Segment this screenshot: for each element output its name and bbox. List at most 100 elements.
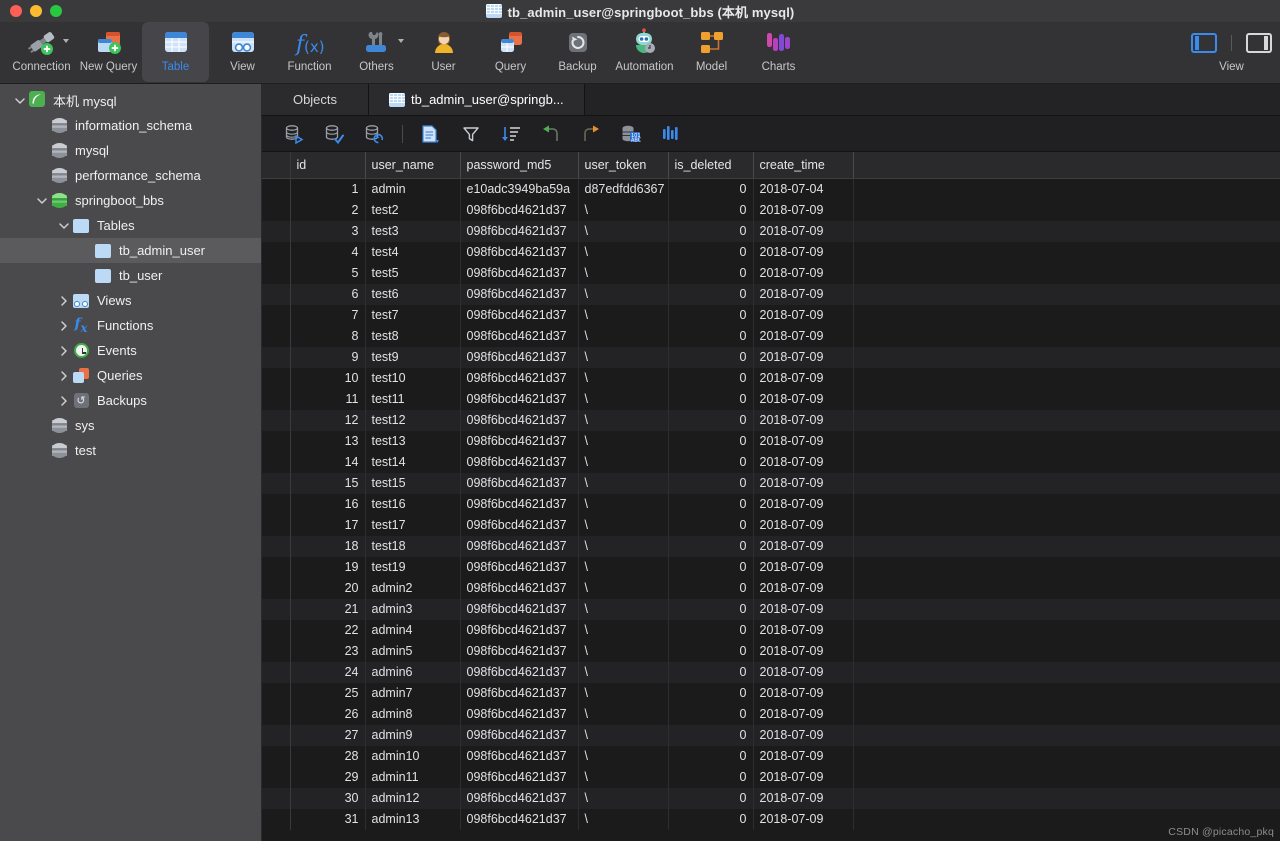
cell-password_md5[interactable]: e10adc3949ba59a [460,178,579,200]
cell-user_name[interactable]: admin2 [365,577,461,599]
cell-user_name[interactable]: test16 [365,493,461,515]
raw-data-icon[interactable]: 101 ABC [611,118,651,150]
cell-is_deleted[interactable]: 0 [668,367,754,389]
cell-create_time[interactable]: 2018-07-09 [753,619,854,641]
cell-create_time[interactable]: 2018-07-04 [753,178,854,200]
cell-password_md5[interactable]: 098f6bcd4621d37 [460,346,579,368]
cell-user_name[interactable]: admin3 [365,598,461,620]
cell-create_time[interactable]: 2018-07-09 [753,325,854,347]
cell-password_md5[interactable]: 098f6bcd4621d37 [460,787,579,809]
form-view-icon[interactable] [411,118,451,150]
cell-password_md5[interactable]: 098f6bcd4621d37 [460,598,579,620]
row-gutter-cell[interactable] [262,325,291,347]
cell-user_name[interactable]: test12 [365,409,461,431]
cell-is_deleted[interactable]: 0 [668,472,754,494]
cell-is_deleted[interactable]: 0 [668,598,754,620]
cell-id[interactable]: 30 [290,787,366,809]
row-gutter-cell[interactable] [262,304,291,326]
cell-password_md5[interactable]: 098f6bcd4621d37 [460,493,579,515]
cell-create_time[interactable]: 2018-07-09 [753,346,854,368]
cell-user_name[interactable]: test2 [365,199,461,221]
cell-id[interactable]: 28 [290,745,366,767]
table-row[interactable]: 9 test9 098f6bcd4621d37 \ 0 2018-07-09 [262,346,1280,368]
cell-id[interactable]: 7 [290,304,366,326]
row-gutter-cell[interactable] [262,577,291,599]
row-gutter-cell[interactable] [262,787,291,809]
cell-is_deleted[interactable]: 0 [668,766,754,788]
cell-user_token[interactable]: \ [578,325,669,347]
cell-is_deleted[interactable]: 0 [668,724,754,746]
cell-is_deleted[interactable]: 0 [668,535,754,557]
cell-id[interactable]: 21 [290,598,366,620]
cell-id[interactable]: 26 [290,703,366,725]
cell-password_md5[interactable]: 098f6bcd4621d37 [460,283,579,305]
row-gutter-cell[interactable] [262,409,291,431]
cell-is_deleted[interactable]: 0 [668,808,754,830]
row-gutter-cell[interactable] [262,556,291,578]
row-gutter-cell[interactable] [262,262,291,284]
cell-user_name[interactable]: admin9 [365,724,461,746]
cell-is_deleted[interactable]: 0 [668,661,754,683]
sidebar-item-backups[interactable]: ↺ Backups [0,388,261,413]
cell-user_name[interactable]: test6 [365,283,461,305]
cell-user_name[interactable]: test17 [365,514,461,536]
cell-is_deleted[interactable]: 0 [668,262,754,284]
cell-id[interactable]: 15 [290,472,366,494]
cell-user_name[interactable]: test7 [365,304,461,326]
data-grid[interactable]: id user_name password_md5 user_token is_dele… [262,152,1280,841]
rollback-transaction-icon[interactable] [354,118,394,150]
cell-id[interactable]: 3 [290,220,366,242]
cell-create_time[interactable]: 2018-07-09 [753,724,854,746]
cell-is_deleted[interactable]: 0 [668,346,754,368]
cell-user_name[interactable]: admin12 [365,787,461,809]
cell-create_time[interactable]: 2018-07-09 [753,577,854,599]
cell-is_deleted[interactable]: 0 [668,787,754,809]
cell-password_md5[interactable]: 098f6bcd4621d37 [460,619,579,641]
tab-objects[interactable]: Objects [262,84,369,115]
cell-create_time[interactable]: 2018-07-09 [753,640,854,662]
table-row[interactable]: 19 test19 098f6bcd4621d37 \ 0 2018-07-09 [262,556,1280,578]
cell-user_token[interactable]: \ [578,745,669,767]
row-gutter-cell[interactable] [262,682,291,704]
table-row[interactable]: 15 test15 098f6bcd4621d37 \ 0 2018-07-09 [262,472,1280,494]
row-gutter-cell[interactable] [262,724,291,746]
table-row[interactable]: 26 admin8 098f6bcd4621d37 \ 0 2018-07-09 [262,703,1280,725]
cell-is_deleted[interactable]: 0 [668,220,754,242]
cell-password_md5[interactable]: 098f6bcd4621d37 [460,724,579,746]
sidebar-item-information_schema[interactable]: information_schema [0,113,261,138]
cell-is_deleted[interactable]: 0 [668,241,754,263]
zoom-button[interactable] [50,5,62,17]
cell-user_token[interactable]: \ [578,388,669,410]
column-header-user_token[interactable]: user_token [578,152,669,179]
cell-create_time[interactable]: 2018-07-09 [753,535,854,557]
cell-id[interactable]: 23 [290,640,366,662]
cell-is_deleted[interactable]: 0 [668,493,754,515]
cell-id[interactable]: 8 [290,325,366,347]
table-row[interactable]: 14 test14 098f6bcd4621d37 \ 0 2018-07-09 [262,451,1280,473]
table-row[interactable]: 24 admin6 098f6bcd4621d37 \ 0 2018-07-09 [262,661,1280,683]
table-row[interactable]: 21 admin3 098f6bcd4621d37 \ 0 2018-07-09 [262,598,1280,620]
cell-create_time[interactable]: 2018-07-09 [753,556,854,578]
cell-password_md5[interactable]: 098f6bcd4621d37 [460,241,579,263]
minimize-button[interactable] [30,5,42,17]
cell-is_deleted[interactable]: 0 [668,409,754,431]
toolbar-item-others[interactable]: Others [343,22,410,82]
cell-create_time[interactable]: 2018-07-09 [753,745,854,767]
cell-id[interactable]: 11 [290,388,366,410]
cell-password_md5[interactable]: 098f6bcd4621d37 [460,766,579,788]
cell-create_time[interactable]: 2018-07-09 [753,304,854,326]
cell-create_time[interactable]: 2018-07-09 [753,283,854,305]
cell-user_name[interactable]: admin4 [365,619,461,641]
cell-user_token[interactable]: \ [578,367,669,389]
cell-user_token[interactable]: \ [578,241,669,263]
cell-create_time[interactable]: 2018-07-09 [753,451,854,473]
table-row[interactable]: 1 admin e10adc3949ba59a d87edfdd6367 0 2018-0… [262,178,1280,200]
toolbar-item-table[interactable]: Table [142,22,209,82]
cell-is_deleted[interactable]: 0 [668,514,754,536]
cell-password_md5[interactable]: 098f6bcd4621d37 [460,514,579,536]
row-gutter-cell[interactable] [262,472,291,494]
row-gutter-cell[interactable] [262,661,291,683]
cell-id[interactable]: 5 [290,262,366,284]
cell-user_token[interactable]: \ [578,346,669,368]
cell-user_name[interactable]: test8 [365,325,461,347]
